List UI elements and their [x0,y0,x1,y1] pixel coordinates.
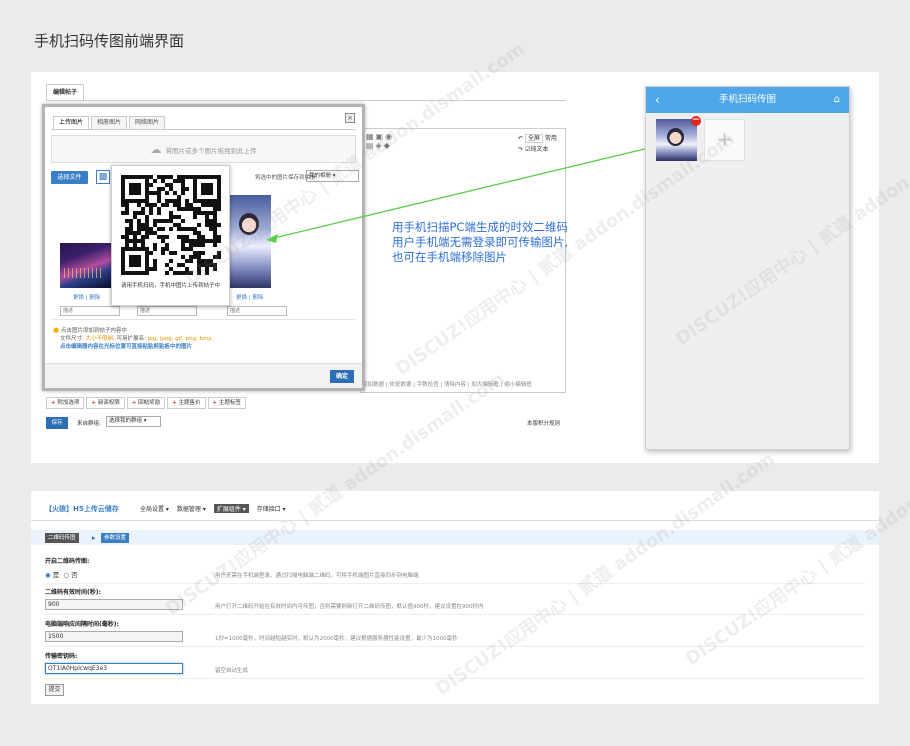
from-group-label: 来自群组: [77,421,101,427]
tip-paste: 点击编辑器内容在光标位置可直接粘贴剪贴板中的图片 [60,344,193,350]
tab-upload[interactable]: 上传图片 [53,116,90,130]
delete-link[interactable]: 删除 [252,295,263,301]
breadcrumb [31,530,879,545]
image-note-input[interactable]: 描述 [137,306,197,316]
field-label-interval: 电脑端响应间隔时间(毫秒): [45,621,119,628]
phone-uploaded-image[interactable] [656,119,697,161]
menu-data[interactable]: 数据管理 ▾ [177,504,206,513]
dialog-tabs: 上传图片 相册图片 网络图片 [53,116,167,130]
annotation-line: 用户手机端无需登录即可传输图片, [392,235,569,249]
edit-post-tab[interactable]: 编辑帖子 [46,84,85,101]
editor-bottom-links[interactable]: 添加数据 | 恢复数据 | 字数检查 | 清除内容 | 加大编辑框 | 缩小编辑… [362,380,532,388]
field-label-key: 传输密钥码: [45,653,78,660]
field-label-enable: 开启二维码传图: [45,558,90,565]
field-desc-enable: 用户无需在手机端登录，通过扫描电脑端二维码，可将手机端图片直接同步到电脑端 [215,573,419,579]
enable-radio[interactable]: ◉ 是 ○ 否 [45,569,78,579]
field-desc-interval: 1秒=1000毫秒，时间越短越实时，默认为2000毫秒，建议根据服务器性能设置，… [215,636,458,642]
field-desc-expire: 用户打开二维码开始在有效时间内可传图，否则需要刷新打开二维码传图，默认值900秒… [215,604,484,610]
divider [51,319,356,320]
back-icon[interactable]: ‹ [655,87,660,113]
option-tags[interactable]: + 主题标签 [207,397,246,409]
tip-ext: jpg, jpeg, gif, png, bmp [147,336,212,342]
image-links: 更换 | 删除 [73,295,101,301]
close-icon[interactable]: × [345,113,355,123]
qr-code-icon[interactable]: ▩ [96,170,110,184]
menu-extensions[interactable]: 扩展组件 ▾ [213,504,249,513]
image-links: 更换 | 删除 [236,295,264,301]
home-icon[interactable]: ⌂ [834,87,840,113]
tab-album[interactable]: 相册图片 [91,116,128,129]
divider [45,646,865,647]
lightbulb-icon: ● [53,326,60,334]
divider [46,100,566,101]
radio-yes-icon[interactable]: ◉ [45,571,51,579]
phone-header: ‹ 手机扫码传图 ⌂ [646,87,849,113]
upload-tips: ● 点击图片添加到帖子内容中 文件尺寸: 大小不限制, 可用扩展名: jpg, … [53,326,212,351]
tip-size-label: 文件尺寸: [60,336,84,342]
post-options: + 附加选项 + 阅读权限 + 回帖奖励 + 主题售价 + 主题标签 [46,397,248,409]
tip-click: 点击图片添加到帖子内容中 [60,328,127,334]
field-desc-key: 留空自动生成 [215,668,249,674]
group-select[interactable]: 选择我的群组 ▾ [106,416,161,427]
field-label-expire: 二维码有效时间(秒): [45,589,101,596]
menu-storage[interactable]: 存储接口 ▾ [257,504,286,513]
radio-no-label: 否 [71,571,78,579]
menu-global[interactable]: 全局设置 ▾ [140,504,169,513]
save-button[interactable]: 保存 [46,417,68,429]
breadcrumb-qr[interactable]: 二维码传图 [45,533,79,543]
divider [31,520,879,521]
radio-yes-label: 是 [52,571,60,579]
option-reply-reward[interactable]: + 回帖奖励 [126,397,166,409]
submit-button[interactable]: 提交 [45,684,64,696]
image-note-input[interactable]: 描述 [60,306,120,316]
dialog-footer: 确定 [45,363,362,388]
divider [45,583,865,584]
tip-ext-label: , 可用扩展名: [113,336,146,342]
select-file-button[interactable]: 选择文件 [51,171,88,184]
qr-caption: 请用手机扫码，手机中图片上传到帖子中 [120,283,220,289]
option-read-perm[interactable]: + 阅读权限 [86,397,125,409]
replace-link[interactable]: 更换 [236,295,247,301]
divider [51,129,356,130]
delete-link[interactable]: 删除 [89,295,100,301]
ok-button[interactable]: 确定 [330,370,354,383]
score-rule-link[interactable]: 本版积分规则 [527,419,560,427]
key-input[interactable]: OT1iA0HpIcwqE3e3 [45,663,183,674]
tip-size: 大小不限制 [85,336,114,342]
qr-popup: 请用手机扫码，手机中图片上传到帖子中 [111,165,230,306]
replace-link[interactable]: 更换 [73,295,84,301]
option-price[interactable]: + 主题售价 [167,397,206,409]
remove-icon[interactable]: − [691,116,701,126]
cloud-upload-icon: ☁ [150,143,162,156]
add-image-button[interactable]: + [704,119,745,161]
annotation-line: 用手机扫描PC端生成的时效二维码 [392,220,568,234]
plugin-title: 【火狼】H5上传云储存 [45,505,119,513]
admin-menu: 全局设置 ▾ 数据管理 ▾ 扩展组件 ▾ 存储接口 ▾ [140,504,294,513]
qr-code [121,175,221,275]
group-select-value: 选择我的群组 [109,418,143,424]
option-extra[interactable]: + 附加选项 [46,397,85,409]
breadcrumb-settings[interactable]: 参数设置 [101,533,130,543]
divider [45,678,865,679]
phone-mockup: ‹ 手机扫码传图 ⌂ − + [645,86,850,450]
drop-hint: 将图片或多个图片拖拽到此上传 [165,147,257,155]
divider [45,614,865,615]
phone-title: 手机扫码传图 [718,94,776,105]
annotation-text: 用手机扫描PC端生成的时效二维码 用户手机端无需登录即可传输图片, 也可在手机端… [392,220,568,265]
page-title: 手机扫码传图前端界面 [34,32,185,50]
expire-input[interactable]: 900 [45,599,183,610]
tab-network[interactable]: 网络图片 [129,116,166,129]
uploaded-image-city[interactable] [60,243,111,288]
radio-no-icon[interactable]: ○ [63,571,69,579]
chevron-right-icon: ▸ [92,534,96,542]
image-note-input[interactable]: 描述 [227,306,287,316]
annotation-line: 也可在手机端移除图片 [392,250,507,264]
interval-input[interactable]: 1500 [45,631,183,642]
